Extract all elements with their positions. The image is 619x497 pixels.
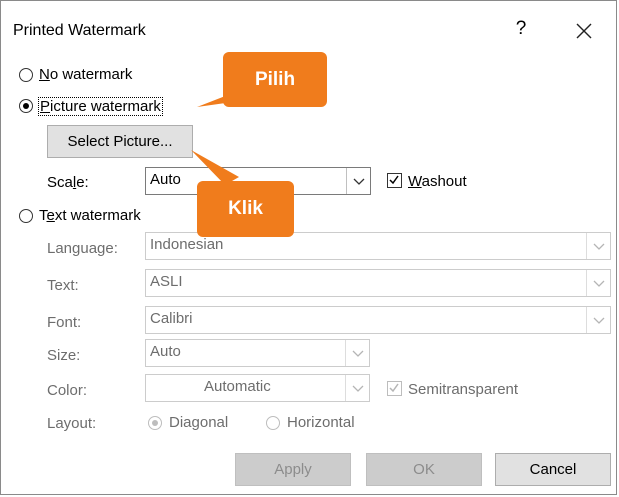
printed-watermark-dialog: Printed Watermark ? No watermark Picture… (0, 0, 617, 495)
klik-callout: Klik (197, 181, 294, 237)
pilih-callout: Pilih (223, 52, 327, 107)
klik-pointer (191, 150, 239, 185)
